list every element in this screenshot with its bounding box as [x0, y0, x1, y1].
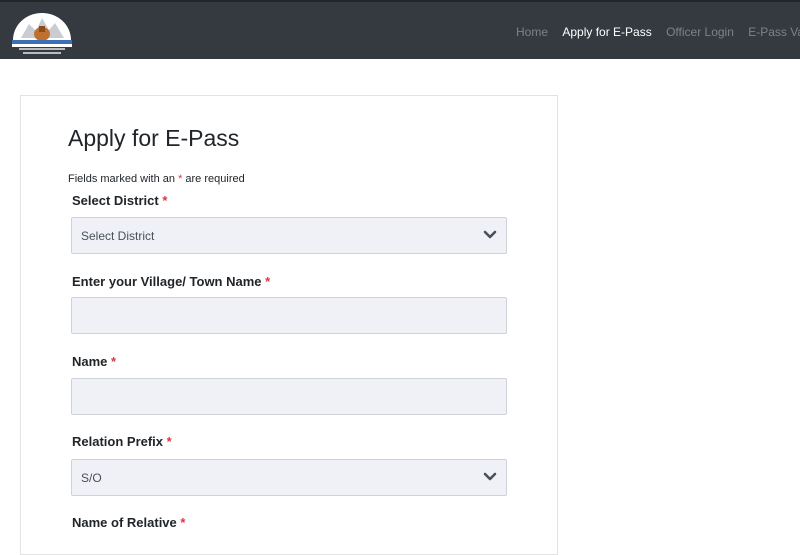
name-input[interactable] [71, 378, 507, 415]
relative-name-label: Name of Relative * [72, 515, 186, 530]
relation-prefix-select-value: S/O [81, 471, 102, 485]
nav-links: Home Apply for E-Pass Officer Login E-Pa… [516, 25, 800, 39]
relation-prefix-label: Relation Prefix * [72, 434, 172, 449]
village-town-label: Enter your Village/ Town Name * [72, 274, 271, 289]
nav-officer-login-link[interactable]: Officer Login [666, 25, 734, 39]
nav-apply-epass-link[interactable]: Apply for E-Pass [562, 25, 651, 39]
district-label: Select District * [72, 193, 168, 208]
chevron-down-icon [483, 472, 497, 481]
name-label: Name * [72, 354, 117, 369]
relation-prefix-select[interactable]: S/O [71, 459, 507, 496]
note-prefix: Fields marked with an [68, 173, 175, 185]
chevron-down-icon [483, 230, 497, 239]
required-fields-note: Fields marked with an * are required [68, 173, 245, 185]
page-title: Apply for E-Pass [68, 125, 240, 151]
district-select[interactable]: Select District [71, 217, 507, 254]
village-town-input[interactable] [71, 297, 507, 334]
nav-epass-validity-link[interactable]: E-Pass Validit [748, 25, 800, 39]
note-suffix: are required [185, 173, 245, 185]
district-select-value: Select District [81, 229, 155, 243]
emblem-logo-icon[interactable] [9, 8, 75, 56]
top-navbar: Home Apply for E-Pass Officer Login E-Pa… [0, 0, 800, 59]
required-star: * [178, 173, 183, 185]
nav-home-link[interactable]: Home [516, 25, 548, 39]
